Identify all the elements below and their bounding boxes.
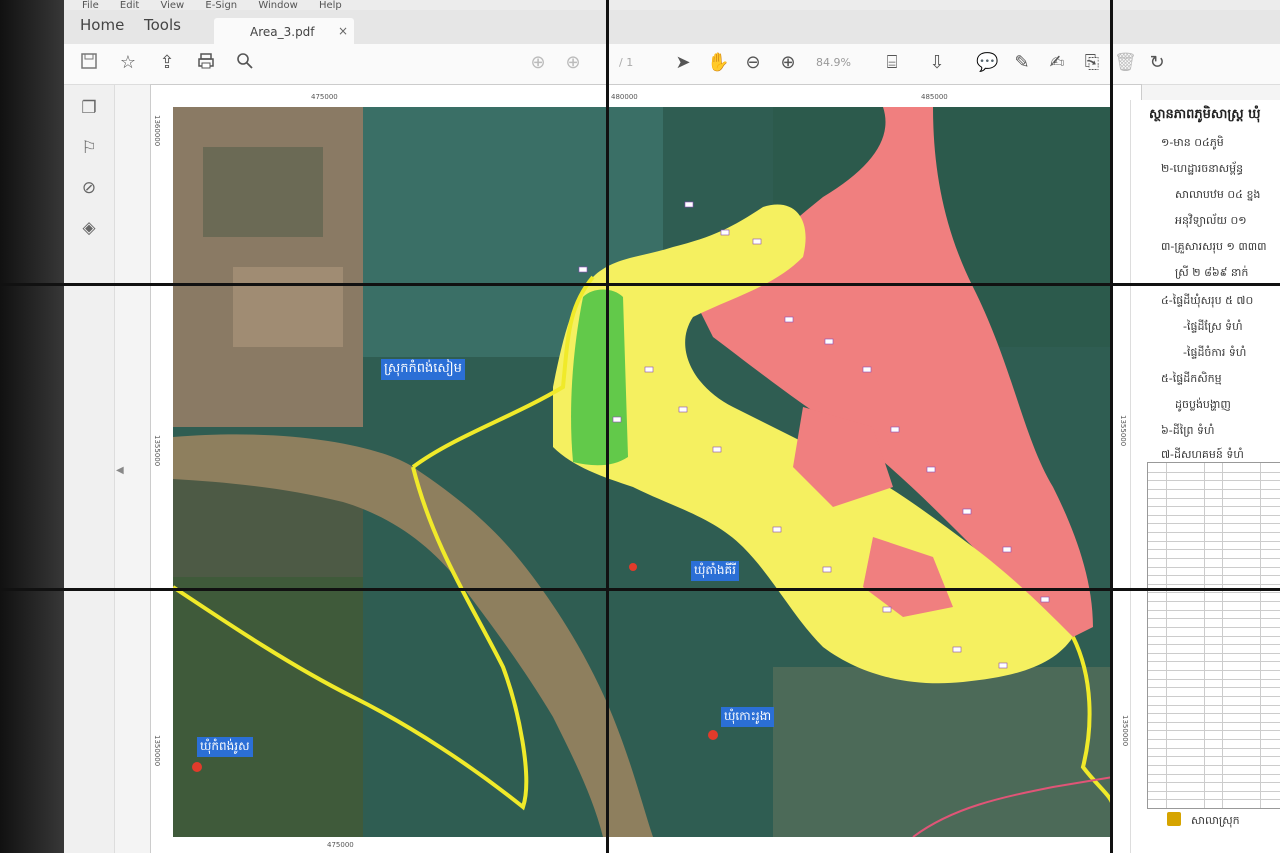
left-sidebar: ❐ ⚐ ⊘ ◈ xyxy=(64,85,115,853)
save-icon[interactable] xyxy=(78,52,100,74)
coord-left-1: 1360000 xyxy=(153,115,161,147)
legend-line: ៥-ផ្ទៃដីកសិកម្ម xyxy=(1161,372,1222,385)
display-seam xyxy=(606,0,609,853)
display-seam xyxy=(1110,0,1113,853)
coord-top-3: 485000 xyxy=(921,93,948,101)
scroll-mode-icon[interactable]: ⇩ xyxy=(926,52,948,74)
coord-left-2: 1355000 xyxy=(153,435,161,467)
pdf-reader-window: File Edit View E-Sign Window Help Home T… xyxy=(64,0,1280,853)
zoom-out-icon[interactable]: ⊖ xyxy=(742,52,764,74)
coord-top-1: 475000 xyxy=(311,93,338,101)
zoom-level[interactable]: 84.9% xyxy=(816,56,851,69)
coord-right-2: 1350000 xyxy=(1121,715,1129,747)
fit-page-icon[interactable]: ⌸ xyxy=(881,52,903,74)
table-column-line xyxy=(1222,463,1223,808)
map-label-district: ស្រុកកំពង់សៀម xyxy=(381,359,465,380)
table-column-line xyxy=(1166,463,1167,808)
search-zoom-icon[interactable] xyxy=(234,52,256,74)
tab-home[interactable]: Home xyxy=(80,16,124,34)
legend-line: ៤-ផ្ទៃដីឃុំសរុប ៥ ៧០ xyxy=(1161,294,1254,307)
coordinate-table xyxy=(1147,462,1280,809)
commune-marker[interactable] xyxy=(629,563,637,571)
tab-bar: Home Tools Area_3.pdf × xyxy=(64,10,1280,46)
legend-line: ៦-ដីព្រៃ ទំហំ xyxy=(1161,424,1215,437)
display-seam xyxy=(0,588,1280,591)
legend-line: អនុវិទ្យាល័យ ០១ xyxy=(1175,214,1247,227)
legend-line: សាលាបឋម ០៤ ខ្នង xyxy=(1175,188,1261,201)
upload-icon[interactable]: ⇪ xyxy=(156,52,178,74)
legend-title: ស្ថានភាពភូមិសាស្ត្រ ឃុំ xyxy=(1149,107,1261,122)
legend-line: ២-ហេដ្ឋារចនាសម្ព័ន្ធ xyxy=(1161,162,1244,175)
monitor-bezel xyxy=(0,0,70,853)
rotate-icon[interactable]: ↻ xyxy=(1146,52,1168,74)
coord-left-3: 1350000 xyxy=(153,735,161,767)
page-indicator[interactable]: / 1 xyxy=(619,56,633,69)
attachment-icon[interactable]: ⊘ xyxy=(78,177,100,199)
layers-icon[interactable]: ◈ xyxy=(78,217,100,239)
zoom-in-icon[interactable]: ⊕ xyxy=(777,52,799,74)
collapse-arrow-icon[interactable]: ◀ xyxy=(116,465,124,476)
highlight-pen-icon[interactable]: ✎ xyxy=(1011,52,1033,74)
previous-page-icon[interactable]: ⊕ xyxy=(527,52,549,74)
legend-line: ១-មាន ០៤ភូមិ xyxy=(1161,136,1224,149)
print-icon[interactable] xyxy=(195,52,217,74)
legend-line: ដូចប្លង់បង្ហាញ xyxy=(1175,398,1231,411)
commune-marker[interactable] xyxy=(192,762,202,772)
document-tab-name: Area_3.pdf xyxy=(250,25,315,39)
coord-top-2: 480000 xyxy=(611,93,638,101)
hand-tool-icon[interactable]: ✋ xyxy=(707,52,729,74)
coord-right-1: 1355000 xyxy=(1119,415,1127,447)
green-zone xyxy=(571,289,628,466)
delete-icon[interactable]: 🗑 xyxy=(1114,52,1137,74)
bookmark-star-icon[interactable]: ☆ xyxy=(117,52,139,74)
pages-icon[interactable]: ❐ xyxy=(78,97,100,119)
legend-line: ស្រី ២ ៨៦៩ នាក់ xyxy=(1175,266,1249,279)
table-column-line xyxy=(1204,463,1205,808)
coord-bottom-1: 475000 xyxy=(327,841,354,849)
commune-marker[interactable] xyxy=(708,730,718,740)
map-label-commune-west: ឃុំកំពង់រូស xyxy=(197,737,253,757)
comment-icon[interactable]: 💬 xyxy=(976,52,998,74)
draw-icon[interactable]: ✍ xyxy=(1046,52,1068,74)
logo xyxy=(1167,812,1181,826)
select-cursor-icon[interactable]: ➤ xyxy=(672,52,694,74)
document-tab[interactable]: Area_3.pdf × xyxy=(214,18,354,46)
legend-panel: ស្ថានភាពភូមិសាស្ត្រ ឃុំ ១-មាន ០៤ភូមិ ២-ហ… xyxy=(1130,100,1280,853)
bookmark-icon[interactable]: ⚐ xyxy=(78,137,100,159)
satellite-map[interactable] xyxy=(173,107,1113,837)
legend-footer: សាលាស្រុក xyxy=(1191,814,1240,827)
pdf-page: 475000 480000 485000 475000 480000 48500… xyxy=(150,84,1142,853)
map-label-commune-center: ឃុំតាំងគីរី xyxy=(691,561,739,581)
legend-line: -ផ្ទៃដីស្រែ ទំហំ xyxy=(1183,320,1243,333)
toolbar: ☆ ⇪ ⊕ ⊕ / 1 ➤ ✋ ⊖ ⊕ 84.9% ⌸ ⇩ 💬 ✎ ✍ ⎘ 🗑 … xyxy=(64,44,1280,85)
stamp-icon[interactable]: ⎘ xyxy=(1081,52,1103,74)
next-page-icon[interactable]: ⊕ xyxy=(562,52,584,74)
tab-tools[interactable]: Tools xyxy=(144,16,181,34)
table-column-line xyxy=(1260,463,1261,808)
display-seam xyxy=(0,283,1280,286)
close-icon[interactable]: × xyxy=(338,24,348,38)
legend-line: -ផ្ទៃដីចំការ ទំហំ xyxy=(1183,346,1247,359)
legend-line: ៣-គ្រួសារសរុប ១ ៣៣៣ xyxy=(1161,240,1267,253)
map-label-commune-south: ឃុំកោះរូងា xyxy=(721,707,775,727)
